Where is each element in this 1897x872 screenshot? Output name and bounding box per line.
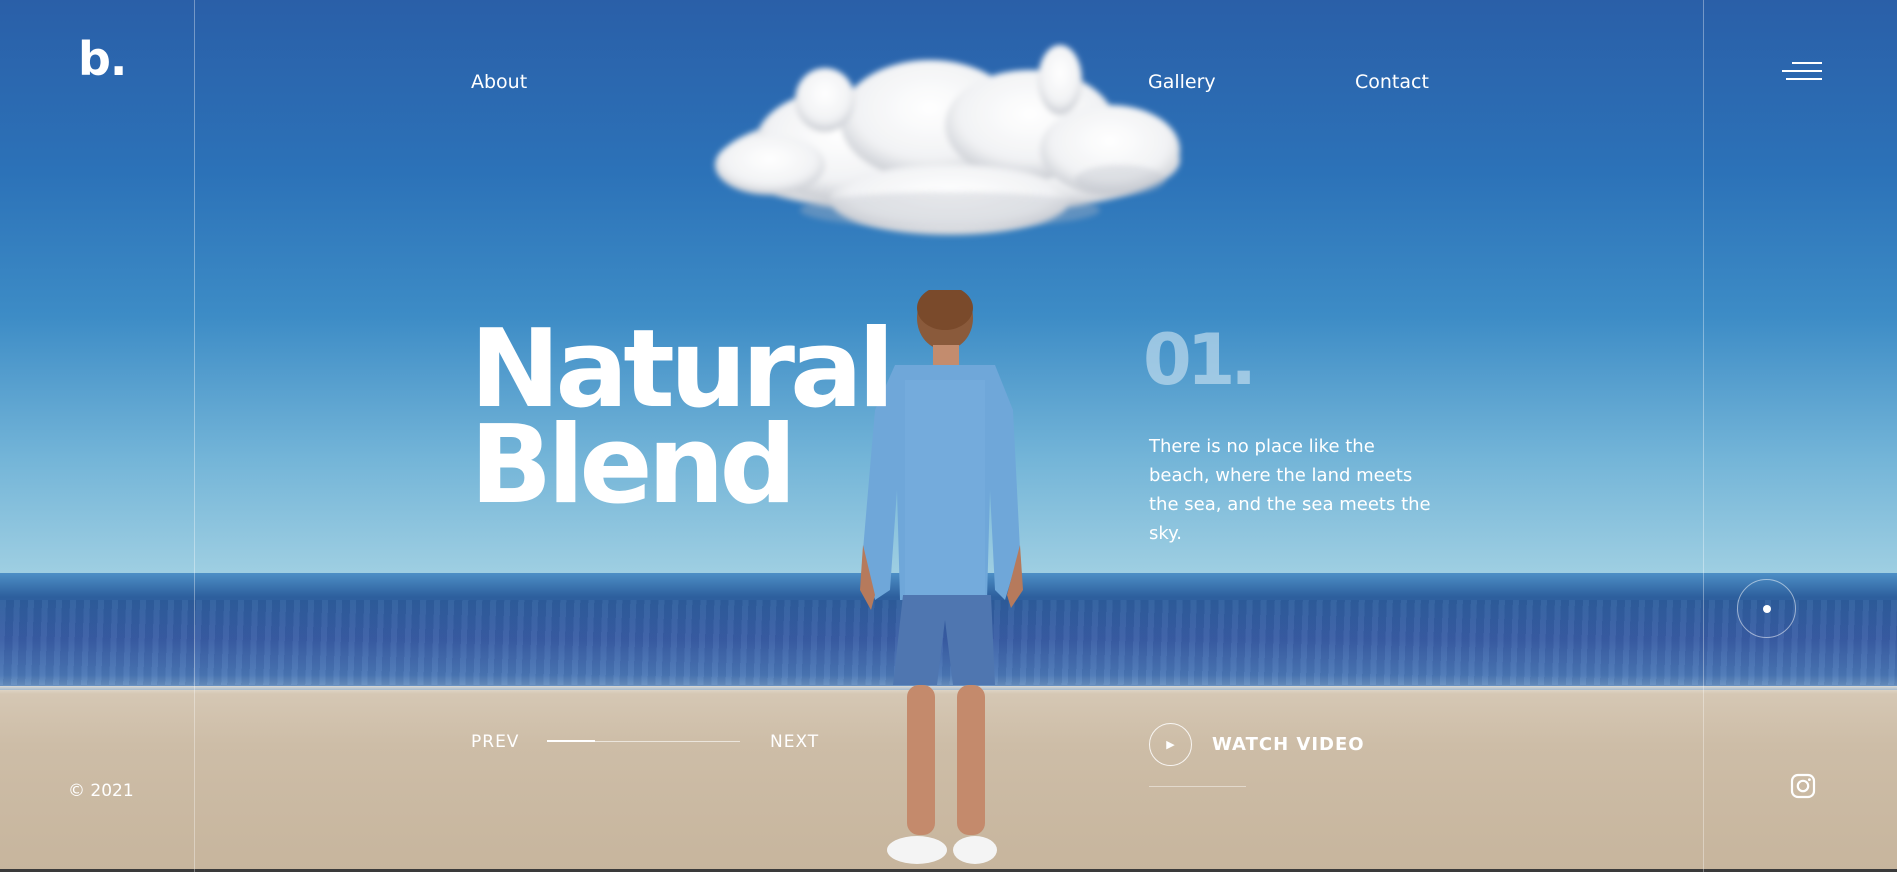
hero-title: Natural Blend <box>470 316 895 528</box>
copyright: © 2021 <box>68 781 134 801</box>
watch-video-underline <box>1149 786 1246 787</box>
prev-button[interactable]: PREV <box>471 731 519 753</box>
hamburger-menu-icon[interactable] <box>1780 62 1822 88</box>
watch-video-label: WATCH VIDEO <box>1212 733 1365 755</box>
watch-video-button[interactable]: ▶ WATCH VIDEO <box>1149 722 1365 766</box>
instagram-icon[interactable] <box>1790 773 1816 799</box>
guide-line-right <box>1703 0 1704 872</box>
scroll-indicator[interactable] <box>1737 579 1796 638</box>
guide-line-left <box>194 0 195 872</box>
hero-background <box>0 0 1897 872</box>
scroll-dot <box>1763 605 1771 613</box>
nav-about[interactable]: About <box>471 70 527 94</box>
slider-progress <box>547 740 740 742</box>
play-icon[interactable]: ▶ <box>1149 722 1192 766</box>
next-button[interactable]: NEXT <box>770 731 819 753</box>
nav-contact[interactable]: Contact <box>1355 70 1429 94</box>
slider-progress-fill <box>547 740 596 742</box>
hero-tagline: There is no place like the beach, where … <box>1149 436 1431 544</box>
brand-logo[interactable]: b. <box>78 36 127 82</box>
hero-title-line2: Blend <box>470 403 797 528</box>
slide-number: 01. <box>1143 319 1257 401</box>
nav-gallery[interactable]: Gallery <box>1148 70 1216 94</box>
cloud-image <box>715 45 1180 235</box>
